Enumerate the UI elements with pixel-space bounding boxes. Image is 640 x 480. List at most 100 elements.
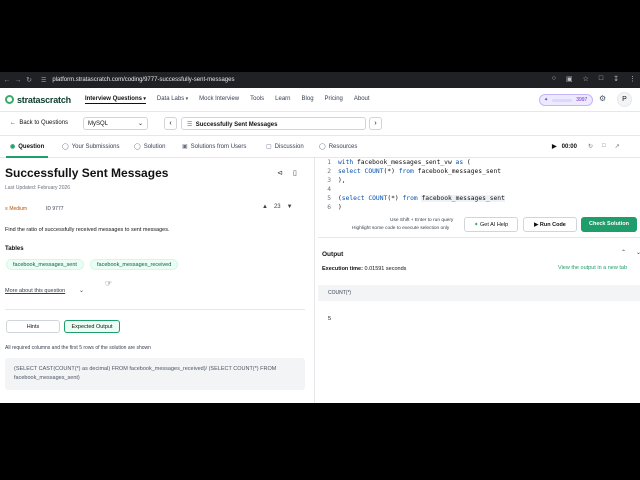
nav-interview-questions[interactable]: Interview Questions [84, 96, 146, 104]
previous-question-button[interactable]: ‹ [164, 117, 177, 130]
selection-hint: Highlight some code to execute selection… [352, 226, 450, 231]
question-title: Successfully Sent Messages [5, 166, 169, 180]
tab-solution[interactable]: ◯ Solution [134, 143, 165, 150]
translate-icon[interactable]: ▣ [566, 75, 573, 83]
share-icon[interactable]: ⊲ [277, 169, 283, 177]
nav-mock-interview[interactable]: Mock Interview [199, 96, 239, 104]
history-icon: ◯ [62, 144, 69, 150]
star-icon[interactable]: ☆ [583, 75, 589, 83]
hints-button[interactable]: Hints [6, 320, 60, 333]
expected-output-button[interactable]: Expected Output [64, 320, 120, 333]
nav-tools[interactable]: Tools [250, 96, 264, 104]
chevron-up-icon[interactable]: ⌃ [621, 249, 626, 256]
back-arrow-icon[interactable]: ← [3, 77, 11, 84]
nav-about[interactable]: About [354, 96, 370, 104]
question-id: ID 9777 [46, 206, 64, 212]
gear-icon[interactable]: ⚙ [599, 94, 606, 103]
chevron-down-icon: ⌄ [137, 121, 143, 127]
output-title: Output [322, 251, 344, 258]
nav-data-labs[interactable]: Data Labs [157, 96, 188, 104]
table-chip-received[interactable]: facebook_messages_received [90, 259, 179, 270]
copy-icon[interactable]: □ [602, 143, 606, 150]
chevron-down-icon[interactable]: ⌄ [79, 287, 84, 294]
line-number: 3 [327, 177, 331, 184]
line-number: 6 [327, 204, 331, 211]
reset-timer-icon[interactable]: ↻ [588, 143, 593, 150]
line-number: 2 [327, 168, 331, 175]
difficulty-icon: ≡ [5, 206, 8, 212]
extension-icon[interactable]: □ [599, 75, 603, 83]
book-icon: ◯ [319, 144, 326, 150]
question-description: Find the ratio of successfully received … [5, 227, 170, 233]
more-about-question-toggle[interactable]: More about this question [5, 288, 65, 294]
exec-label: Execution time: [322, 266, 363, 272]
tab-discussion[interactable]: ▢ Discussion [266, 143, 304, 150]
table-chip-sent[interactable]: facebook_messages_sent [6, 259, 84, 270]
last-updated: Last Updated: February 2026 [5, 185, 71, 191]
site-settings-icon[interactable]: ☰ [41, 77, 46, 84]
site-header: stratascratch Interview Questions Data L… [0, 88, 640, 112]
chevron-down-icon[interactable]: ⌄ [636, 249, 640, 256]
thumbs-up-icon[interactable]: ▲ [262, 204, 268, 210]
browser-menu-icon[interactable]: ⋮ [629, 75, 636, 83]
result-column-header: COUNT(*) [318, 285, 640, 301]
points-value: 3997 [576, 97, 588, 103]
tab-user-solutions-label: Solutions from Users [190, 144, 247, 150]
required-columns-note: All required columns and the first 5 row… [5, 345, 151, 351]
ai-help-label: Get AI Help [480, 222, 509, 228]
nav-pricing[interactable]: Pricing [325, 96, 343, 104]
question-tabs: ◉ Question ◯ Your Submissions ◯ Solution ▣ S… [0, 136, 640, 158]
thumbs-down-icon[interactable]: ▼ [287, 204, 293, 210]
code-line-3: ), [338, 177, 346, 184]
question-panel: Successfully Sent Messages ⊲ ▯ Last Upda… [0, 158, 315, 403]
next-question-button[interactable]: › [369, 117, 382, 130]
address-bar[interactable]: platform.stratascratch.com/coding/9777-s… [52, 77, 234, 83]
nav-blog[interactable]: Blog [302, 96, 314, 104]
language-select[interactable]: MySQL ⌄ [83, 117, 148, 130]
timer[interactable]: ▶ 00:00 [552, 143, 577, 150]
forward-arrow-icon[interactable]: → [14, 77, 22, 84]
back-to-questions-link[interactable]: ← Back to Questions [10, 120, 68, 126]
tab-question-label: Question [18, 144, 45, 150]
app-window: ← → ↻ ☰ platform.stratascratch.com/codin… [0, 72, 640, 403]
tab-question[interactable]: ◉ Question [10, 143, 44, 150]
check-circle-icon: ◯ [134, 144, 141, 150]
code-line-5: (select COUNT(*) from facebook_messages_… [338, 195, 505, 202]
view-output-link[interactable]: View the output in a new tab [558, 265, 627, 271]
solution-expression: (SELECT CAST(COUNT(*) as decimal) FROM f… [5, 358, 305, 390]
tab-resources[interactable]: ◯ Resources [319, 143, 357, 150]
bookmark-icon[interactable]: ▯ [293, 169, 297, 177]
logo-mark-icon [5, 95, 14, 104]
tab-your-submissions[interactable]: ◯ Your Submissions [62, 143, 120, 150]
result-cell: 5 [328, 316, 332, 322]
check-solution-button[interactable]: Check Solution [581, 217, 637, 232]
difficulty-label: Medium [9, 206, 28, 212]
exec-value: 0.01591 seconds [364, 266, 407, 272]
vote-count: 23 [273, 204, 281, 210]
reload-icon[interactable]: ↻ [25, 76, 33, 84]
download-icon[interactable]: ↧ [613, 75, 619, 83]
run-hint: Use Shift + Enter to run query [390, 218, 454, 223]
get-ai-help-button[interactable]: ✦ Get AI Help [464, 217, 518, 232]
play-icon: ▶ [552, 144, 557, 150]
code-editor[interactable]: 1 2 3 4 5 6 with facebook_messages_sent_… [318, 158, 640, 214]
tab-solutions-from-users[interactable]: ▣ Solutions from Users [182, 143, 246, 150]
eye-off-icon[interactable]: ○ [552, 75, 556, 83]
logo-text: stratascratch [17, 94, 71, 105]
line-number: 4 [327, 186, 331, 193]
logo[interactable]: stratascratch [5, 95, 71, 105]
nav-learn[interactable]: Learn [275, 96, 290, 104]
line-number: 1 [327, 159, 331, 166]
points-badge[interactable]: ✦ 3997 [539, 94, 593, 106]
question-select[interactable]: ☰ Successfully Sent Messages [181, 117, 366, 130]
avatar[interactable]: P [617, 92, 632, 107]
question-toolbar: ← Back to Questions MySQL ⌄ ‹ ☰ Successf… [0, 112, 640, 136]
question-icon: ◉ [10, 144, 16, 150]
screen: ← → ↻ ☰ platform.stratascratch.com/codin… [0, 0, 640, 480]
tables-heading: Tables [5, 246, 24, 252]
run-code-button[interactable]: ▶ Run Code [523, 217, 577, 232]
chevron-left-icon: ‹ [169, 120, 172, 127]
run-code-label: Run Code [539, 222, 566, 228]
expand-icon[interactable]: ↗ [615, 143, 620, 150]
